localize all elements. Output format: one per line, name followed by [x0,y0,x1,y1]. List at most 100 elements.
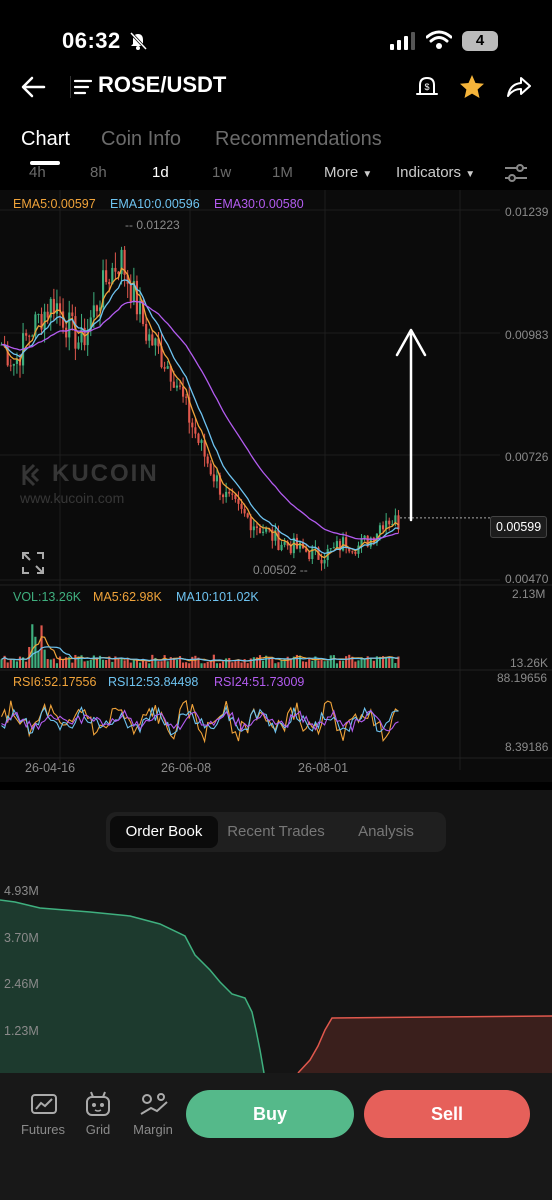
volume-bar [12,659,15,668]
volume-bar [302,661,305,668]
candle-body [262,531,265,533]
candle-body [191,422,194,428]
candle-body [68,312,71,338]
menu-icon[interactable] [74,78,92,96]
volume-bar [274,663,277,668]
candle-body [55,303,58,314]
candle-body [298,542,302,549]
volume-bar [160,661,163,668]
high-price-marker: -- 0.01223 [125,218,180,232]
grid-bot-icon[interactable] [84,1090,112,1118]
volume-bar [40,625,43,668]
more-dropdown[interactable]: More ▼ [324,164,372,181]
bell-off-icon [129,31,148,51]
timeframe-4h[interactable]: 4h [29,164,46,181]
price-axis-label: 0.00726 [505,450,549,464]
candle-body [332,547,335,549]
volume-bar [240,662,243,668]
volume-bar [43,649,46,668]
volume-bar [305,661,308,668]
tab-coin-info[interactable]: Coin Info [101,128,181,151]
favorite-star-icon[interactable] [458,73,486,101]
nav-margin[interactable]: Margin [128,1122,178,1137]
volume-bar [385,656,388,668]
candle-body [378,525,382,534]
volume-bar [338,660,342,668]
candle-body [80,327,83,343]
depth-chart[interactable] [0,880,552,1073]
date-axis-label: 26-06-08 [161,761,212,775]
volume-legend: VOL:13.26K [13,590,82,604]
candle-body [92,305,95,318]
timeframe-1m[interactable]: 1M [272,164,293,181]
back-arrow-icon[interactable] [20,74,46,100]
rsi12-legend: RSI12:53.84498 [108,675,199,689]
volume-bar [234,661,237,668]
volume-bar [166,661,169,668]
ema5-line [1,267,399,559]
volume-bar [206,661,209,668]
candle-body [243,508,246,514]
volume-axis-bottom: 13.26K [510,656,549,670]
trading-pair-title[interactable]: ROSE/USDT [98,72,226,98]
depth-axis-label: 3.70M [4,931,39,945]
candle-body [206,456,209,464]
indicators-label: Indicators [396,164,462,181]
ema30-legend: EMA30:0.00580 [214,197,304,211]
tab-recommendations[interactable]: Recommendations [215,128,382,151]
volume-ma10-legend: MA10:101.02K [176,590,259,604]
volume-bar [31,624,34,668]
volume-bar [345,656,348,668]
timeframe-8h[interactable]: 8h [90,164,107,181]
nav-futures[interactable]: Futures [16,1122,70,1137]
candle-body [258,527,262,533]
candle-body [71,312,74,317]
watermark-url: www.kucoin.com [20,490,125,506]
volume-bar [185,662,188,668]
candle-body [231,493,234,495]
candle-body [9,365,12,367]
volume-bar [188,663,191,668]
indicators-dropdown[interactable]: Indicators ▼ [396,164,475,181]
share-icon[interactable] [506,74,532,100]
nav-grid[interactable]: Grid [74,1122,122,1137]
candle-body [135,280,138,315]
futures-icon[interactable] [30,1093,58,1117]
volume-bar [157,661,160,668]
candle-body [225,491,228,498]
tab-order-book[interactable]: Order Book [110,816,218,848]
candle-body [12,363,15,366]
candle-body [222,494,225,498]
price-alert-icon[interactable]: $ [414,73,440,99]
date-axis-label: 26-04-16 [25,761,76,775]
candle-body [105,270,108,283]
volume-bar [129,662,132,668]
candle-body [114,267,117,272]
volume-bar [298,655,302,668]
candle-body [175,385,178,388]
fullscreen-expand-icon[interactable] [22,552,44,574]
high-price-label: 0.01223 [136,218,180,232]
candle-body [28,335,31,337]
candle-body [335,541,338,548]
candle-body [388,520,391,525]
timeframe-1w[interactable]: 1w [212,164,231,181]
ema10-line [1,279,399,555]
candle-body [323,560,326,564]
buy-button[interactable]: Buy [186,1090,354,1138]
volume-bar [9,659,12,668]
candle-body [228,491,231,494]
tab-analysis[interactable]: Analysis [332,816,440,848]
margin-icon[interactable] [139,1092,169,1118]
sell-button[interactable]: Sell [364,1090,530,1138]
volume-bar [228,658,231,668]
timeframe-1d[interactable]: 1d [152,164,169,181]
chart-settings-icon[interactable] [504,163,528,183]
volume-bar [25,661,28,668]
volume-bar [71,662,74,668]
ema10-legend: EMA10:0.00596 [110,197,200,211]
tab-chart[interactable]: Chart [21,128,70,151]
tab-recent-trades[interactable]: Recent Trades [222,816,330,848]
candle-body [265,528,268,532]
volume-bar [92,655,95,668]
